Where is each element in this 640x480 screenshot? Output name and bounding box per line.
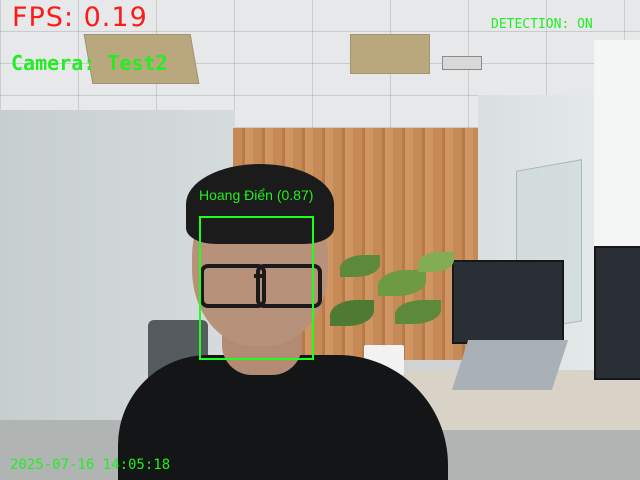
detection-status: DETECTION: ON [491,17,593,32]
timestamp: 2025-07-16 14:05:18 [10,457,171,473]
fps-counter: FPS: 0.19 [12,2,148,33]
camera-name: Camera: Test2 [11,51,168,75]
face-recognition-label: Hoang Điển (0.87) [199,187,314,203]
face-bounding-box [199,216,314,360]
video-overlay: FPS: 0.19 Camera: Test2 DETECTION: ON Ho… [0,0,640,480]
